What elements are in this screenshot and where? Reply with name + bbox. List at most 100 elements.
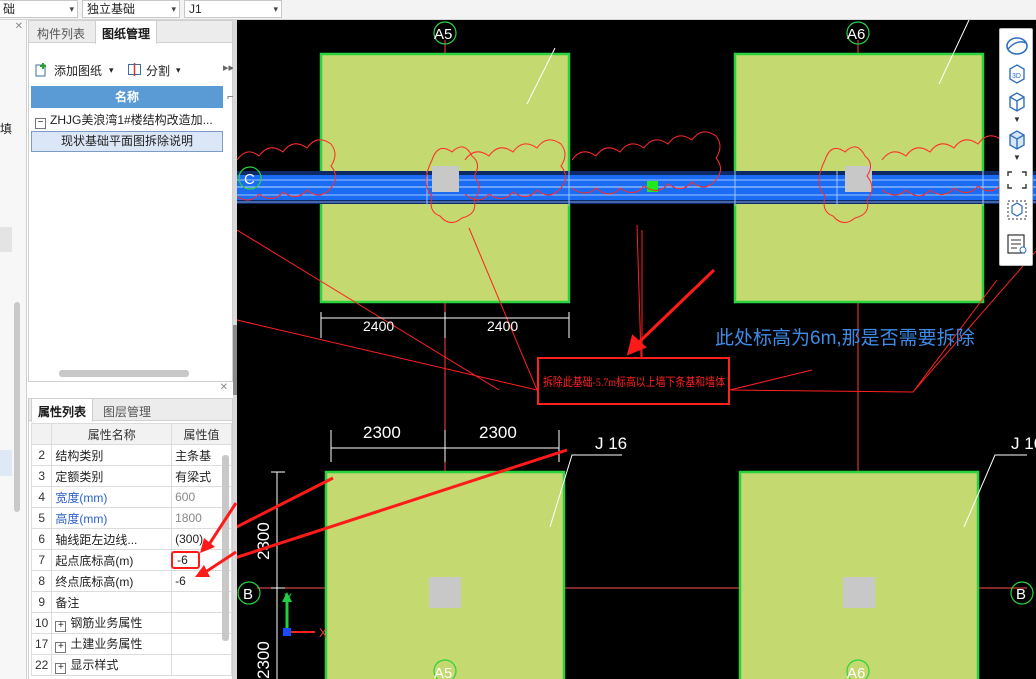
blue-annotation-text: 此处标高为6m,那是否需要拆除 [715,327,975,349]
footing-label-j16-right: J 16 [1011,434,1036,453]
property-name: 结构类别 [51,444,173,466]
column-stub [845,166,872,192]
category-dropdown-value: 础 [3,2,16,16]
chevron-down-icon[interactable]: ▼ [1005,115,1029,125]
axis-label-a6: A6 [847,26,865,43]
callout-arrowheads [195,502,238,577]
row-number: 10 [30,612,53,634]
property-group[interactable]: + 显示样式 [51,654,173,676]
chevron-down-icon: ▾ [69,4,74,14]
drawing-panel-tabs: 构件列表 图纸管理 [29,21,232,44]
row-number: 6 [30,528,53,550]
table-row[interactable]: 9 备注 [30,591,232,613]
cad-drawing-canvas[interactable]: 2400 2400 2300 2300 2300 2300 J 16 J 16 … [237,20,1036,679]
table-row[interactable]: 22 + 显示样式 [30,654,232,676]
row-number: 7 [30,549,53,571]
box-view-icon[interactable] [1005,91,1029,113]
row-number: 2 [30,444,53,466]
row-number: 17 [30,633,53,655]
type-dropdown-value: 独立基础 [87,2,136,16]
solid-box-icon[interactable] [1005,129,1029,151]
left-collapsed-panel: ✕ 填 [0,20,27,679]
dim-vertical-upper: 2300 [254,522,273,560]
chevron-down-icon[interactable]: ▼ [1005,153,1029,163]
3d-view-icon[interactable]: 3D [1005,63,1029,85]
partial-label: 填 [0,122,13,136]
collapse-icon[interactable]: − [35,118,46,129]
row-number: 8 [30,570,53,592]
table-row[interactable]: 10 + 钢筋业务属性 [30,612,232,634]
column-stub [429,577,461,608]
tree-child-item-selected[interactable]: 现状基础平面图拆除说明 [31,131,223,152]
row-number-header [30,423,53,445]
dim-top-right: 2400 [487,318,518,334]
name-column-header: 名称 [31,86,223,108]
select-frame-icon[interactable] [1005,169,1029,191]
chevron-down-icon[interactable]: ▾ [109,65,114,76]
property-value [171,654,232,676]
type-dropdown[interactable]: 独立基础 ▾ [82,0,180,18]
property-name: 备注 [51,591,173,613]
property-name: 起点底标高(m) [51,549,173,571]
property-group-label: 显示样式 [70,658,119,672]
axis-label-a5: A5 [434,26,452,43]
drawing-toolbar: 添加图纸 ▾ 分割 ▾ [29,59,229,81]
tab-drawing-management[interactable]: 图纸管理 [95,21,158,44]
properties-panel-tabs: 属性列表 图层管理 [29,399,232,422]
property-group-label: 土建业务属性 [70,637,143,651]
property-name: 终点底标高(m) [51,570,173,592]
tree-root-item[interactable]: − ZHJG美浪湾1#楼结构改造加... [31,110,223,130]
svg-text:3D: 3D [1012,73,1021,80]
row-number: 4 [30,486,53,508]
footing-j16-right[interactable] [738,470,980,679]
property-group[interactable]: + 钢筋业务属性 [51,612,173,634]
footing-j16-left[interactable] [324,470,566,679]
close-icon[interactable]: ✕ [15,21,23,32]
horizontal-scrollbar[interactable] [59,370,189,377]
expand-icon[interactable]: + [55,663,67,674]
tab-layer-management[interactable]: 图层管理 [97,399,157,421]
component-dropdown-value: J1 [189,2,202,16]
left-strip-scrollbar[interactable] [14,302,20,512]
close-icon[interactable]: ✕ [220,382,228,393]
ucs-y-label: Y [284,591,292,605]
dim-mid-left: 2300 [363,423,401,442]
tab-property-list[interactable]: 属性列表 [31,399,94,422]
view-toolbar: 3D ▼ ▼ [999,28,1033,266]
expand-icon[interactable]: + [55,642,67,653]
add-drawing-button[interactable]: 添加图纸 [54,62,102,79]
isometric-cube-icon[interactable] [1005,199,1029,221]
table-row[interactable]: 17 + 土建业务属性 [30,633,232,655]
orbit-icon[interactable] [1005,35,1029,57]
property-name: 轴线距左边线... [51,528,173,550]
left-strip-block [0,227,12,252]
list-settings-icon[interactable] [1005,233,1029,255]
left-strip-selected-block [0,450,12,476]
red-annotation-text: 拆除此基础-5.7m标高以上墙下条基和墙体 [543,374,725,389]
category-dropdown[interactable]: 础 ▾ [0,0,78,18]
property-name: 高度(mm) [51,507,173,529]
chevron-down-icon[interactable]: ▾ [176,65,181,76]
property-name-header: 属性名称 [51,423,173,445]
component-dropdown[interactable]: J1 ▾ [184,0,282,18]
tab-component-list[interactable]: 构件列表 [31,21,91,43]
property-group-label: 钢筋业务属性 [70,616,143,630]
tree-root-label: ZHJG美浪湾1#楼结构改造加... [50,113,213,127]
row-number: 9 [30,591,53,613]
property-group[interactable]: + 土建业务属性 [51,633,173,655]
top-selector-bar: 础 ▾ 独立基础 ▾ J1 ▾ [0,0,1036,20]
split-icon[interactable] [127,62,142,80]
axis-label-b-right: B [1016,586,1026,603]
chevron-down-icon: ▾ [273,4,278,14]
column-stub [432,166,459,192]
row-number: 5 [30,507,53,529]
add-drawing-icon[interactable] [34,62,49,80]
axis-label-a5-bottom: A5 [434,665,452,679]
column-stub [843,577,875,608]
dim-mid-right: 2300 [479,423,517,442]
expand-icon[interactable]: + [55,621,67,632]
property-name: 定额类别 [51,465,173,487]
cad-drawing: 2400 2400 2300 2300 2300 2300 J 16 J 16 … [237,20,1036,679]
property-name: 宽度(mm) [51,486,173,508]
split-button[interactable]: 分割 [146,62,170,79]
